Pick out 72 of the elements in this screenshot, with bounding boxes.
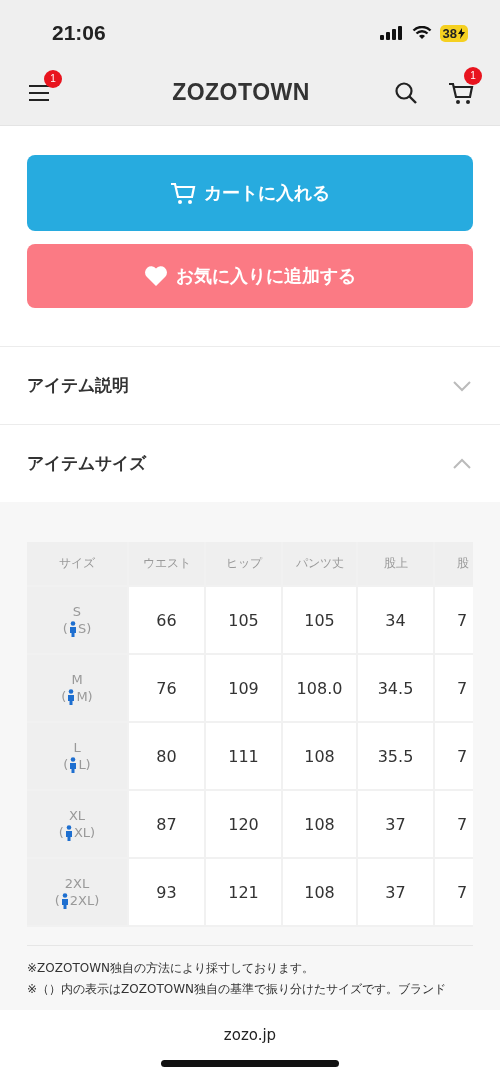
table-cell-text: 7 <box>456 745 469 768</box>
size-label: XL <box>68 807 86 823</box>
zozo-size-text: 2XL) <box>69 893 100 908</box>
bracket-text: ( <box>58 825 64 840</box>
search-icon[interactable] <box>394 80 418 105</box>
column-header: サイズ <box>27 542 129 585</box>
person-icon <box>69 756 78 773</box>
person-icon <box>67 688 76 705</box>
table-cell: 35.5 <box>358 723 435 789</box>
table-cell: 87 <box>129 791 206 857</box>
table-cell: 111 <box>206 723 283 789</box>
zozo-size-text: M) <box>76 689 93 704</box>
status-time: 21:06 <box>52 21 106 45</box>
table-cell: 93 <box>129 859 206 925</box>
table-cell: 108 <box>283 791 358 857</box>
column-header: 股 <box>435 542 473 585</box>
bracket-text: ( <box>63 757 69 772</box>
table-cell: 37 <box>358 791 435 857</box>
column-header: パンツ丈 <box>283 542 358 585</box>
table-cell: 120 <box>206 791 283 857</box>
battery-indicator: 38 <box>439 24 468 42</box>
notification-badge: 1 <box>44 69 62 88</box>
person-icon <box>60 892 69 909</box>
zozo-size-text: XL) <box>73 825 96 840</box>
column-header: 股上 <box>358 542 435 585</box>
note-text: ※（）内の表示はZOZOTOWN独自の基準で振り分けたサイズです。ブランド <box>27 981 447 998</box>
accordion-header[interactable]: アイテム説明 <box>0 346 500 424</box>
menu-button[interactable]: 1 <box>28 69 62 102</box>
table-cell-text: 7 <box>456 609 469 632</box>
table-cell: 109 <box>206 655 283 721</box>
logo[interactable]: ZOZOTOWN <box>172 79 310 106</box>
table-cell: 121 <box>206 859 283 925</box>
signal-icon <box>379 26 404 40</box>
table-cell: 105 <box>206 587 283 653</box>
chevron-icon <box>452 457 472 470</box>
table-cell: 80 <box>129 723 206 789</box>
table-cell: 105 <box>283 587 358 653</box>
column-header: ヒップ <box>206 542 283 585</box>
table-cell: 108.0 <box>283 655 358 721</box>
wifi-icon <box>411 26 432 40</box>
person-icon <box>64 824 73 841</box>
table-cell: 34.5 <box>358 655 435 721</box>
chevron-icon <box>452 379 472 392</box>
cart-icon <box>170 181 196 205</box>
column-header: ウエスト <box>129 542 206 585</box>
table-cell: 37 <box>358 859 435 925</box>
bracket-text: ( <box>61 689 67 704</box>
zozo-size-text: L) <box>78 757 91 772</box>
table-cell-text: 7 <box>456 677 469 700</box>
table-cell: 108 <box>283 723 358 789</box>
table-cell: 108 <box>283 859 358 925</box>
url-text[interactable]: zozo.jp <box>223 1026 277 1044</box>
bracket-text: ( <box>54 893 60 908</box>
table-cell: 66 <box>129 587 206 653</box>
table-cell: 76 <box>129 655 206 721</box>
person-icon <box>68 620 77 637</box>
note-text: ※ZOZOTOWN独自の方法により採寸しております。 <box>27 960 315 977</box>
size-label: S <box>72 603 82 619</box>
table-cell: 34 <box>358 587 435 653</box>
cart-icon <box>448 80 474 105</box>
cart-button[interactable]: 1 <box>448 66 482 105</box>
table-cell-text: 7 <box>456 813 469 836</box>
size-label: L <box>73 739 81 755</box>
zozo-size-text: S) <box>77 621 92 636</box>
size-label: M <box>71 671 83 687</box>
size-label: 2XL <box>64 875 90 891</box>
bracket-text: ( <box>62 621 68 636</box>
heart-icon <box>144 265 168 287</box>
accordion-header[interactable]: アイテムサイズ <box>0 424 500 502</box>
menu-icon <box>28 83 50 102</box>
table-cell-text: 7 <box>456 881 469 904</box>
cart-badge: 1 <box>464 66 482 85</box>
